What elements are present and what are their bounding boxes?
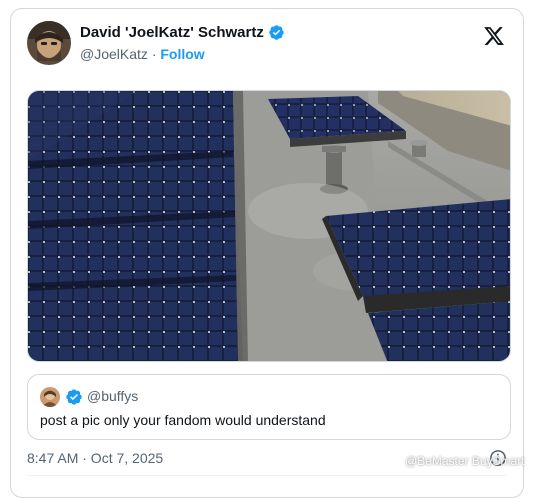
tweet-card: David 'JoelKatz' Schwartz @JoelKatz · Fo…	[10, 8, 524, 498]
author-name[interactable]: David 'JoelKatz' Schwartz	[80, 24, 264, 41]
handle-row: @JoelKatz · Follow	[80, 46, 205, 62]
tweet-timestamp[interactable]: 8:47 AM · Oct 7, 2025	[27, 450, 163, 466]
author-avatar[interactable]	[27, 21, 71, 65]
tweet-photo[interactable]	[27, 90, 511, 362]
separator-dot: ·	[151, 46, 157, 62]
quoted-text: post a pic only your fandom would unders…	[40, 412, 326, 428]
verified-badge-icon	[269, 25, 284, 40]
follow-button[interactable]: Follow	[160, 46, 204, 62]
watermark-text: @BeMaster BuySmart	[405, 454, 525, 468]
author-handle[interactable]: @JoelKatz	[80, 46, 148, 62]
x-logo-icon[interactable]	[483, 25, 505, 47]
quoted-avatar[interactable]	[40, 387, 60, 407]
verified-badge-icon	[66, 389, 82, 405]
divider	[27, 475, 507, 476]
quoted-handle[interactable]: @buffys	[87, 388, 138, 404]
watermark: @BeMaster BuySmart	[390, 454, 525, 468]
author-name-row[interactable]: David 'JoelKatz' Schwartz	[80, 24, 285, 41]
watermark-logo-icon	[390, 455, 402, 467]
quoted-tweet[interactable]: @buffys post a pic only your fandom woul…	[27, 374, 511, 440]
